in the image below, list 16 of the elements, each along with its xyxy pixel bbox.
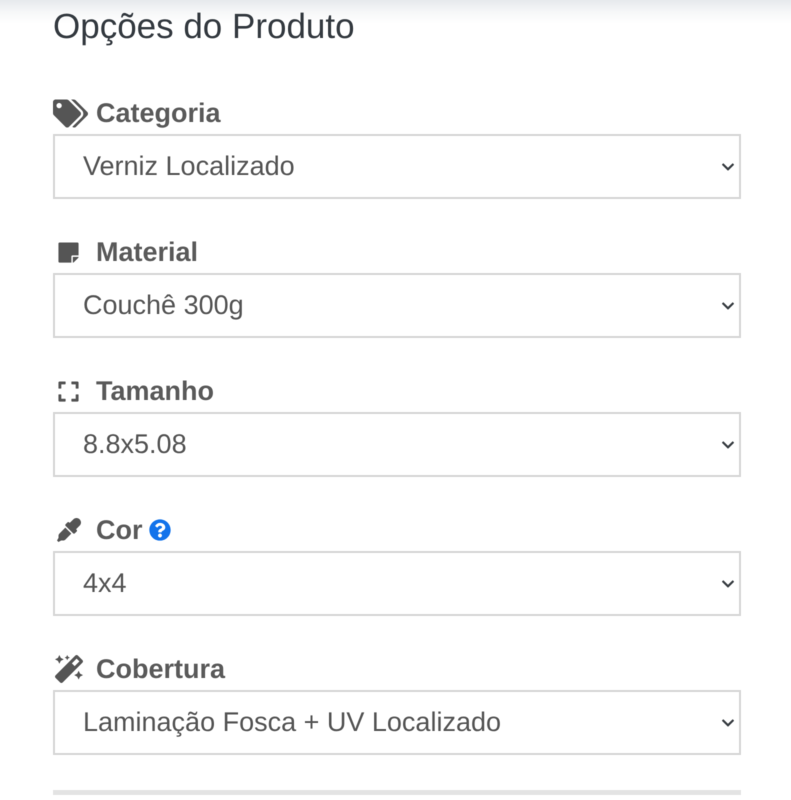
dropdown-select[interactable]: 4x4 xyxy=(53,551,741,616)
eyedropper-icon xyxy=(57,518,81,542)
dropdown-select[interactable]: Verniz Localizado xyxy=(53,134,741,199)
note-icon xyxy=(57,240,80,264)
field-label: Cobertura xyxy=(96,654,226,684)
dropdown-select[interactable]: Couchê 300g xyxy=(53,273,741,338)
field-label: Cor xyxy=(96,515,142,545)
dropdown-select[interactable]: Laminação Fosca + UV Localizado xyxy=(53,690,741,755)
magic-wand-icon xyxy=(55,655,83,683)
section-title: Opções do Produto xyxy=(53,6,355,48)
field-label: Tamanho xyxy=(96,376,214,406)
expand-icon xyxy=(57,380,80,402)
field-label: Material xyxy=(96,237,198,267)
field-label: Categoria xyxy=(96,98,221,128)
dropdown-select[interactable]: 8.8x5.08 xyxy=(53,412,741,477)
help-icon[interactable] xyxy=(148,519,170,541)
